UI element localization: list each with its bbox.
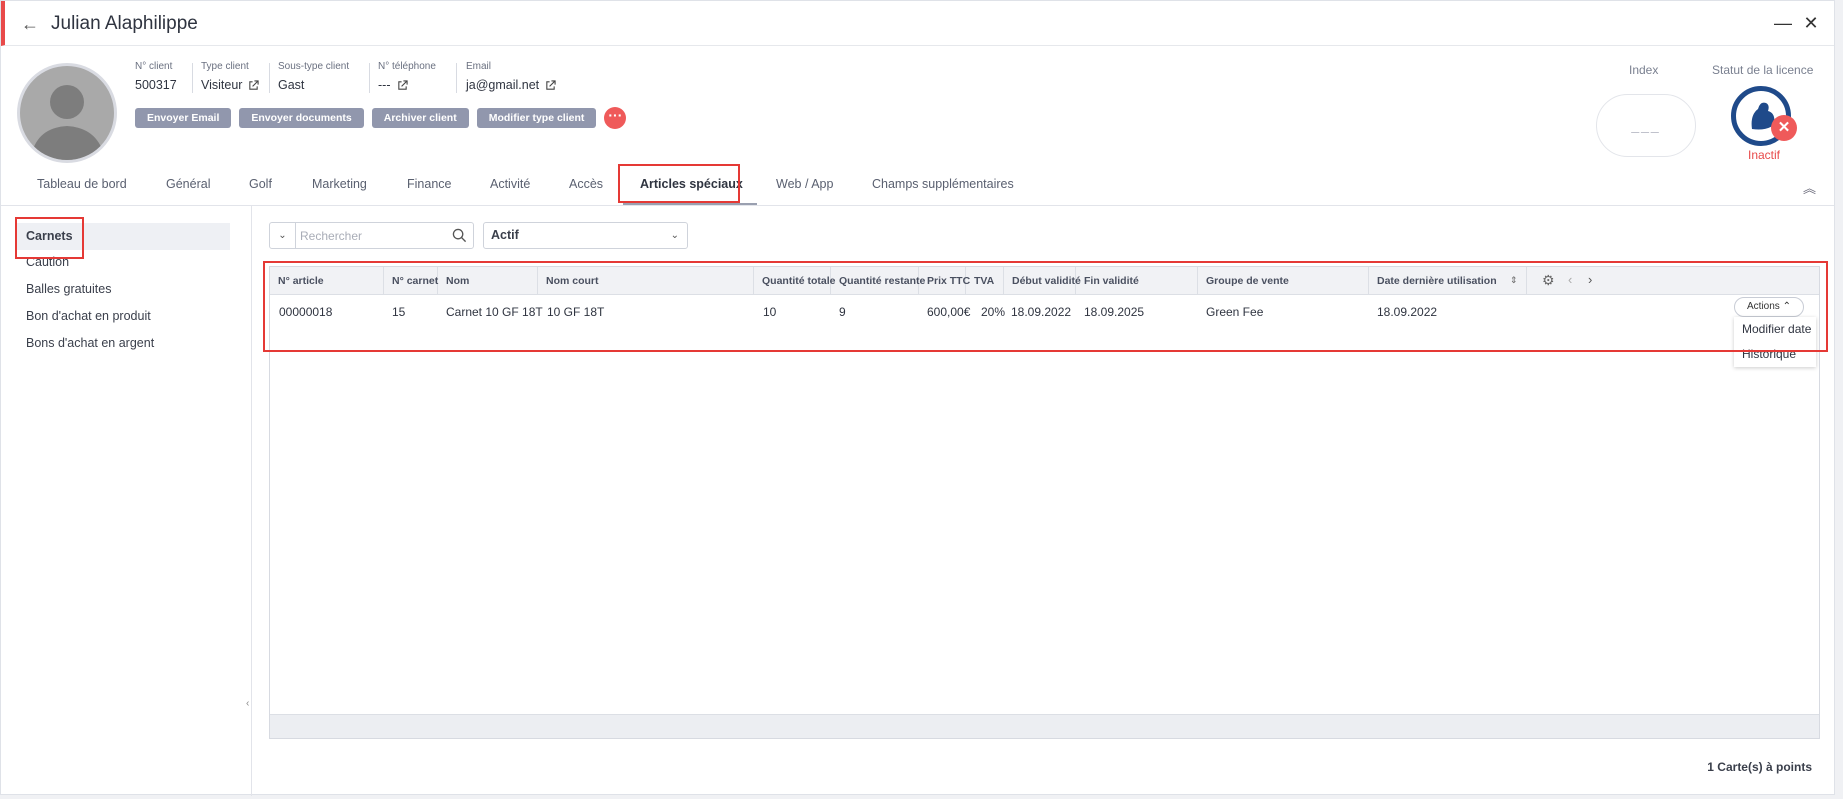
client-window: ← Julian Alaphilippe — ✕ N° client 50031… xyxy=(0,0,1835,796)
tab-bar: Tableau de bord Général Golf Marketing F… xyxy=(1,164,1834,206)
client-type-field: Type client Visiteur xyxy=(201,61,260,92)
tab-web-app[interactable]: Web / App xyxy=(776,177,833,191)
table-footer xyxy=(270,714,1819,738)
search-dropdown-icon[interactable]: ⌄ xyxy=(270,223,296,248)
title-bar: ← Julian Alaphilippe — ✕ xyxy=(1,1,1834,46)
sidebar-item-product-voucher[interactable]: Bon d'achat en produit xyxy=(26,309,151,323)
license-status-label: Statut de la licence xyxy=(1712,63,1814,77)
highlight-carnets xyxy=(15,217,84,259)
record-count: 1 Carte(s) à points xyxy=(1707,760,1812,774)
license-status: Inactif xyxy=(1748,148,1781,162)
inactive-x-icon: ✕ xyxy=(1771,115,1797,141)
search-icon[interactable] xyxy=(452,228,467,243)
sidebar-item-money-voucher[interactable]: Bons d'achat en argent xyxy=(26,336,154,350)
client-subtype-field: Sous-type client Gast xyxy=(278,61,350,92)
external-link-icon[interactable] xyxy=(545,79,556,91)
highlight-active-tab xyxy=(618,164,740,203)
search-box: ⌄ xyxy=(269,222,474,249)
send-documents-button[interactable]: Envoyer documents xyxy=(239,108,364,128)
back-arrow-icon[interactable]: ← xyxy=(21,14,41,34)
send-email-button[interactable]: Envoyer Email xyxy=(135,108,232,128)
status-select-value: Actif xyxy=(491,228,519,242)
archive-client-button[interactable]: Archiver client xyxy=(371,108,469,128)
collapse-header-icon[interactable]: ︽ xyxy=(1803,178,1816,197)
index-value: ___ xyxy=(1596,94,1696,157)
tab-finance[interactable]: Finance xyxy=(407,177,451,191)
tab-general[interactable]: Général xyxy=(166,177,210,191)
external-link-icon[interactable] xyxy=(397,79,408,91)
sidebar-collapse-icon[interactable]: ‹ xyxy=(246,698,249,709)
client-number-field: N° client 500317 xyxy=(135,61,177,92)
active-tab-indicator xyxy=(623,203,757,205)
close-icon[interactable]: ✕ xyxy=(1801,13,1821,33)
email-field: Email ja@gmail.net xyxy=(466,61,556,92)
tab-access[interactable]: Accès xyxy=(569,177,603,191)
status-select[interactable]: Actif ⌄ xyxy=(483,222,688,249)
client-actions-bar: Envoyer Email Envoyer documents Archiver… xyxy=(135,107,627,129)
phone-field: N° téléphone --- xyxy=(378,61,436,92)
external-link-icon[interactable] xyxy=(248,79,260,91)
tab-dashboard[interactable]: Tableau de bord xyxy=(37,177,127,191)
chevron-down-icon: ⌄ xyxy=(670,230,679,241)
tab-activity[interactable]: Activité xyxy=(490,177,530,191)
avatar xyxy=(17,63,117,163)
tab-marketing[interactable]: Marketing xyxy=(312,177,367,191)
sidebar: Carnets Caution Balles gratuites Bon d'a… xyxy=(1,206,252,796)
search-input[interactable] xyxy=(300,226,440,245)
window-title: Julian Alaphilippe xyxy=(51,13,198,34)
sidebar-item-free-balls[interactable]: Balles gratuites xyxy=(26,282,111,296)
tab-extra-fields[interactable]: Champs supplémentaires xyxy=(872,177,1014,191)
index-label: Index xyxy=(1629,63,1659,77)
more-options-icon[interactable]: ··· xyxy=(604,107,627,129)
highlight-table-row xyxy=(263,261,1828,352)
minimize-icon[interactable]: — xyxy=(1773,13,1793,33)
tab-golf[interactable]: Golf xyxy=(249,177,272,191)
change-client-type-button[interactable]: Modifier type client xyxy=(476,108,597,128)
